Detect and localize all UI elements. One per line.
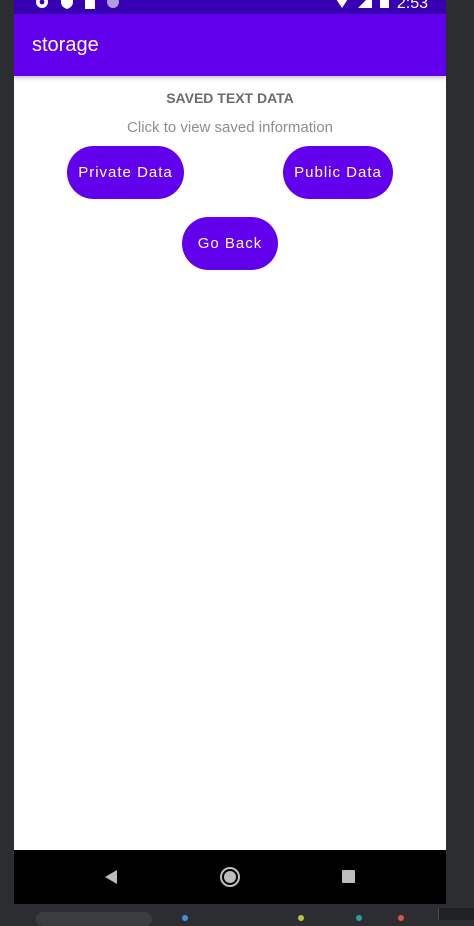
public-data-button[interactable]: Public Data	[283, 146, 393, 199]
status-right-icons: 2:53	[334, 0, 428, 13]
home-icon[interactable]	[220, 867, 240, 892]
go-back-button[interactable]: Go Back	[182, 217, 278, 270]
private-data-button[interactable]: Private Data	[67, 146, 184, 199]
host-indicator	[398, 915, 404, 921]
navigation-bar	[14, 850, 446, 904]
shield-icon	[60, 0, 74, 15]
wifi-icon	[334, 0, 350, 13]
status-bar: 2:53	[14, 0, 446, 14]
battery-icon	[379, 0, 389, 13]
recents-icon[interactable]	[342, 870, 355, 883]
page-subtext: Click to view saved information	[127, 119, 333, 136]
signal-icon	[357, 0, 372, 13]
device-screen: 2:53 storage SAVED TEXT DATA Click to vi…	[14, 0, 446, 904]
sd-card-icon	[84, 0, 96, 15]
host-indicator	[182, 915, 188, 921]
app-title: storage	[32, 34, 99, 56]
settings-icon	[34, 0, 50, 15]
back-icon[interactable]	[104, 869, 118, 890]
host-indicator	[356, 915, 362, 921]
app-bar: storage	[14, 14, 446, 76]
status-time: 2:53	[396, 0, 428, 12]
host-edge	[438, 908, 474, 920]
host-tab	[36, 912, 152, 926]
status-left-icons	[34, 0, 120, 15]
page-heading: SAVED TEXT DATA	[166, 90, 294, 106]
host-indicator	[298, 915, 304, 921]
circle-icon	[106, 0, 120, 15]
